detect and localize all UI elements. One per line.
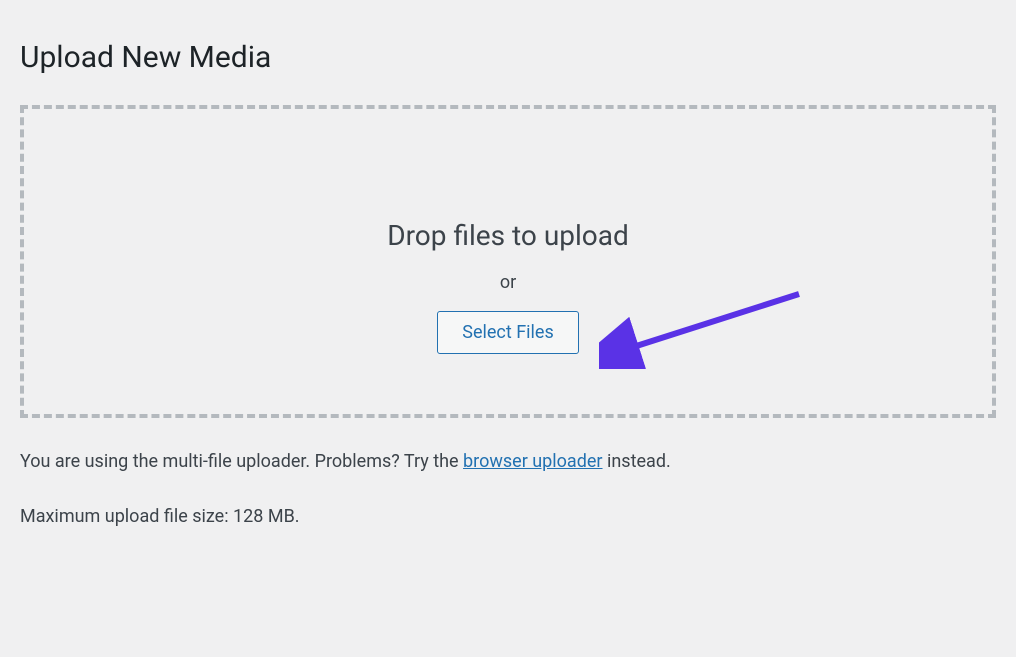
select-files-button[interactable]: Select Files [437,311,578,354]
annotation-arrow-icon [599,289,819,369]
page-title: Upload New Media [20,40,996,75]
helper-suffix: instead. [603,451,671,472]
helper-prefix: You are using the multi-file uploader. P… [20,451,463,472]
max-upload-size-text: Maximum upload file size: 128 MB. [20,503,996,530]
media-dropzone[interactable]: Drop files to upload or Select Files [20,105,996,418]
uploader-helper-text: You are using the multi-file uploader. P… [20,448,996,475]
dropzone-or-label: or [44,272,972,293]
browser-uploader-link[interactable]: browser uploader [463,451,602,472]
dropzone-heading: Drop files to upload [44,219,972,252]
